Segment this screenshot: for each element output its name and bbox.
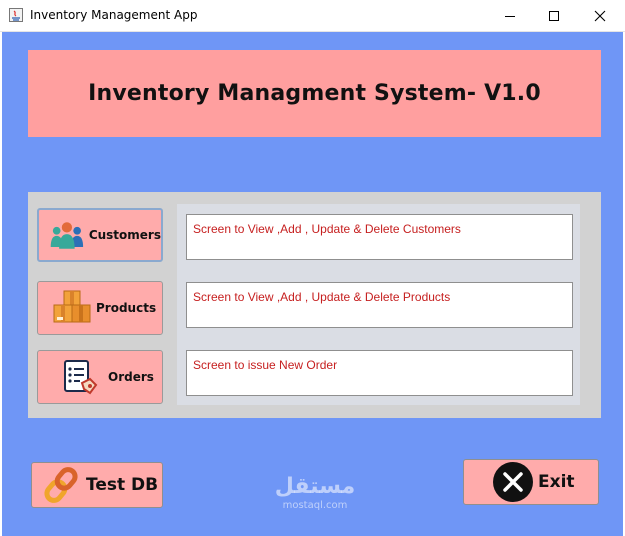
customers-button[interactable]: Customers [37,208,163,262]
close-icon [594,10,606,21]
exit-button[interactable]: Exit [463,459,599,505]
customers-description: Screen to View ,Add , Update & Delete Cu… [186,214,573,260]
chain-link-icon [44,467,78,503]
maximize-button[interactable] [531,0,577,31]
header-panel: Inventory Managment System- V1.0 [28,50,601,137]
main-content: Inventory Managment System- V1.0 Custome… [2,32,623,536]
window-title: Inventory Management App [30,8,198,22]
orders-label: Orders [108,370,154,384]
test-db-button[interactable]: Test DB [31,462,163,508]
window-titlebar[interactable]: Inventory Management App [0,0,625,32]
orders-button[interactable]: Orders [37,350,163,404]
watermark-domain: mostaql.com [282,500,348,511]
page-title: Inventory Managment System- V1.0 [88,81,541,106]
close-window-button[interactable] [577,0,623,31]
products-icon [53,290,91,323]
exit-icon [493,462,533,502]
products-description: Screen to View ,Add , Update & Delete Pr… [186,282,573,328]
watermark-arabic: مستقل [274,474,356,499]
java-app-icon [9,8,23,22]
maximize-icon [549,10,559,21]
customers-icon [50,222,84,249]
products-button[interactable]: Products [37,281,163,335]
exit-label: Exit [538,472,575,492]
minimize-icon [505,15,515,17]
test-db-label: Test DB [86,475,159,495]
navigation-panel: Customers Screen to View ,Add , Update &… [28,192,601,418]
watermark: مستقل mostaql.com [270,474,360,524]
customers-label: Customers [88,228,161,242]
orders-description: Screen to issue New Order [186,350,573,396]
minimize-button[interactable] [487,0,533,31]
orders-icon [64,360,98,395]
products-label: Products [96,301,157,315]
